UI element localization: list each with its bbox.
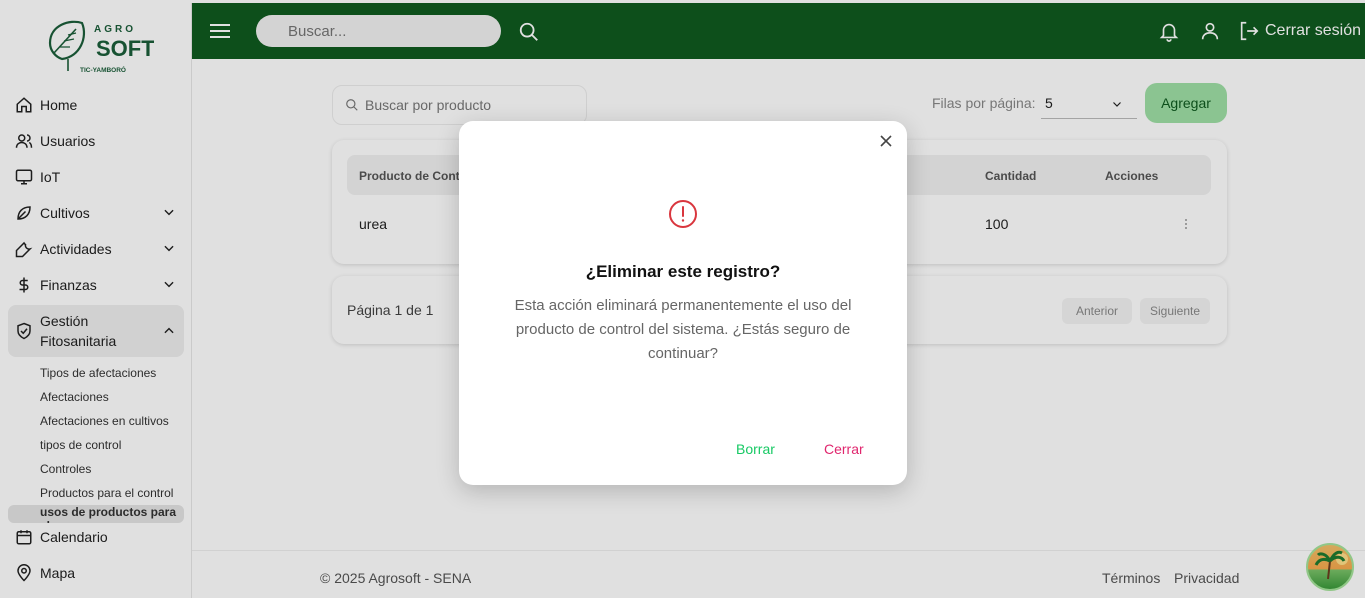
cancel-button[interactable]: Cerrar [824,441,864,457]
warning-icon [669,200,697,228]
close-icon[interactable] [879,134,893,148]
dialog-message: Esta acción eliminará permanentemente el… [514,297,852,362]
delete-confirm-dialog: ¿Eliminar este registro? Esta acción eli… [459,121,907,485]
dialog-title: ¿Eliminar este registro? [585,262,781,281]
confirm-delete-button[interactable]: Borrar [736,441,775,457]
